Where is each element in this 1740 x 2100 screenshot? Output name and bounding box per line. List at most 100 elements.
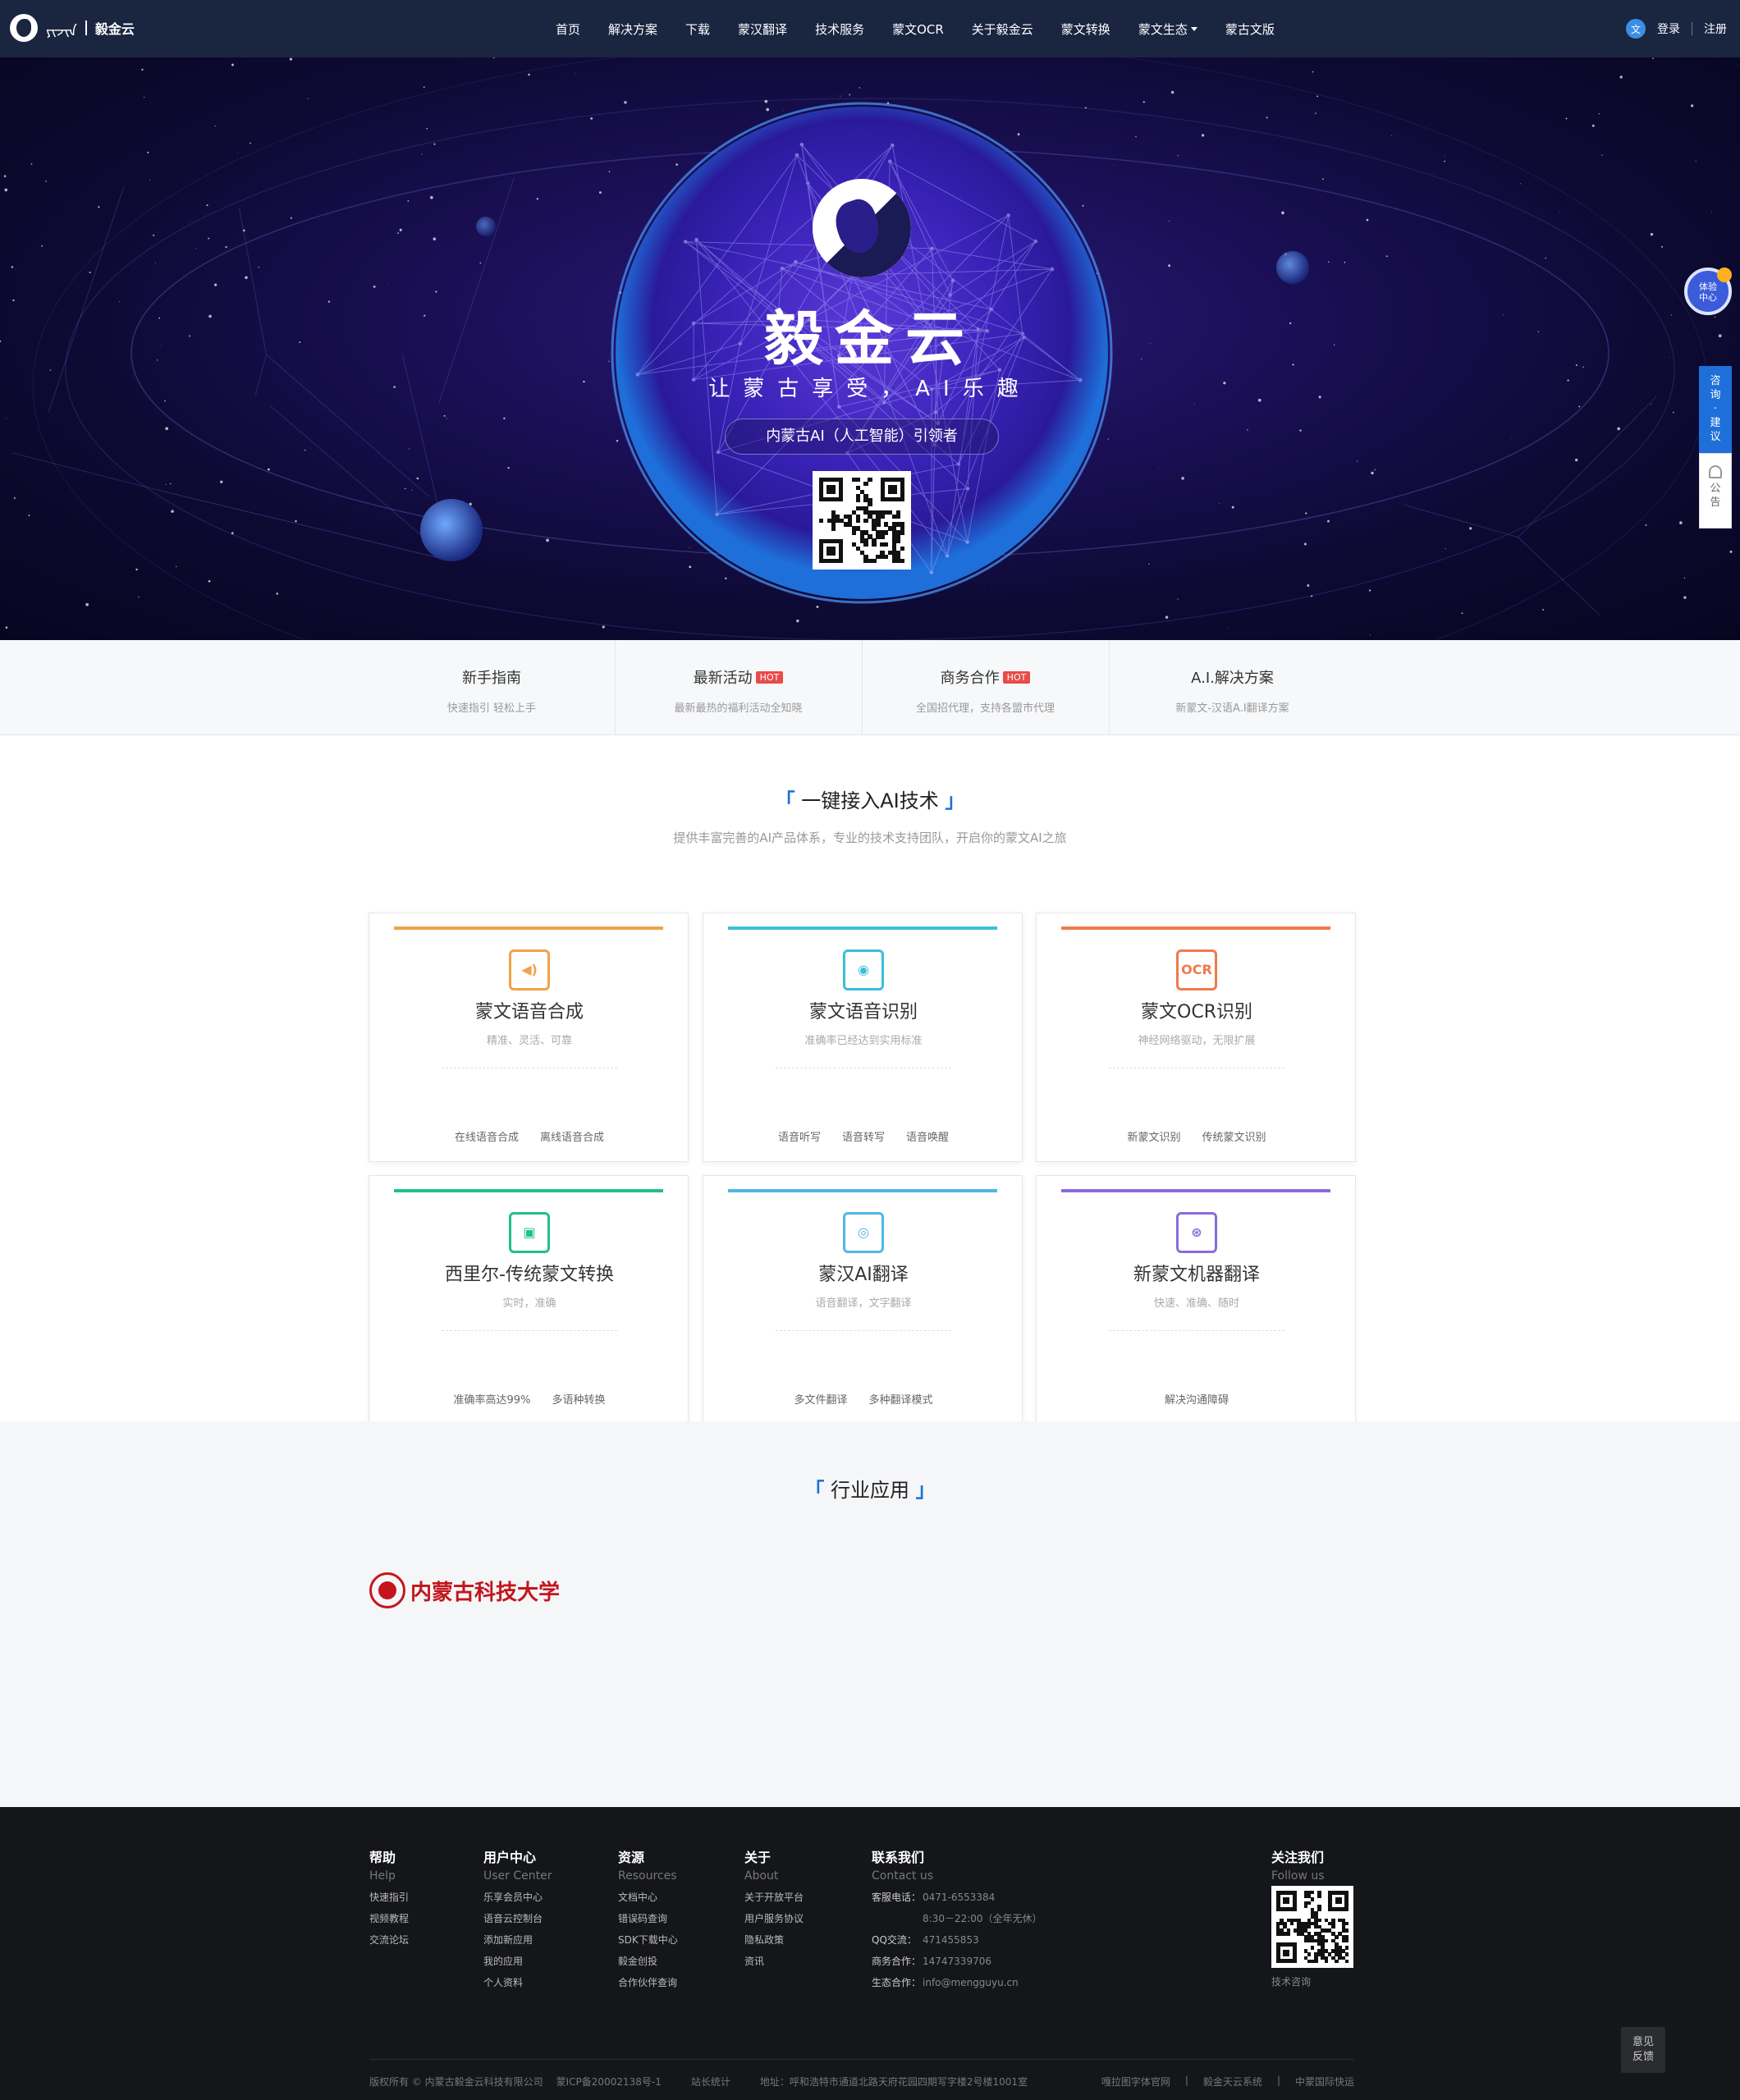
quick-tab-business[interactable]: 商务合作 HOT 全国招代理，支持各盟市代理 xyxy=(862,640,1108,735)
icon-glyph: ◉ xyxy=(858,962,869,977)
partner-logo-imust[interactable]: 内蒙古科技大学 xyxy=(369,1572,560,1608)
footer-link[interactable]: 乐享会员中心 xyxy=(483,1890,552,1904)
card-link[interactable]: 语音唤醒 xyxy=(906,1128,949,1144)
vertical-char: · xyxy=(1713,403,1718,415)
machine-translate-icon: ⊛ xyxy=(1176,1212,1217,1253)
main-nav: 首页 解决方案 下载 蒙汉翻译 技术服务 蒙文OCR 关于毅金云 蒙文转换 蒙文… xyxy=(542,0,1289,57)
experience-center-button[interactable]: 体验 中心 xyxy=(1684,268,1732,315)
friend-link[interactable]: 中蒙国际快运 xyxy=(1295,2075,1354,2089)
speaker-icon: ◀) xyxy=(509,949,550,991)
stats-link[interactable]: 站长统计 xyxy=(691,2075,730,2089)
quick-tab-title: 最新活动 xyxy=(693,670,753,687)
card-link[interactable]: 离线语音合成 xyxy=(540,1128,604,1144)
contact-row: 生态合作： info@mengguyu.cn xyxy=(872,1975,1042,1989)
login-link[interactable]: 登录 xyxy=(1657,21,1680,37)
nav-convert[interactable]: 蒙文转换 xyxy=(1061,21,1110,38)
hero-subtitle: 让蒙古享受，AI乐趣 xyxy=(708,377,1032,401)
user-avatar-icon[interactable]: 文 xyxy=(1626,19,1646,39)
footer-link[interactable]: 文档中心 xyxy=(618,1890,678,1904)
nav-label: 蒙文转换 xyxy=(1060,21,1110,37)
ai-section-desc: 提供丰富完善的AI产品体系，专业的技术支持团队，开启你的蒙文AI之旅 xyxy=(673,830,1067,845)
nav-translate[interactable]: 蒙汉翻译 xyxy=(738,21,787,38)
consult-suggest-button[interactable]: 咨询 · 建议 xyxy=(1699,366,1732,453)
footer-link[interactable]: 我的应用 xyxy=(483,1954,552,1968)
nav-about[interactable]: 关于毅金云 xyxy=(972,21,1033,38)
quick-tab-events[interactable]: 最新活动 HOT 最新最热的福利活动全知晓 xyxy=(615,640,861,735)
footer-link[interactable]: 合作伙伴查询 xyxy=(618,1975,678,1989)
footer-col-heading: 用户中心 xyxy=(483,1850,537,1865)
product-card[interactable]: ▣ 西里尔-传统蒙文转换 实时，准确 准确率高达99% 多语种转换 xyxy=(369,1175,689,1425)
quick-tab-ai-solution[interactable]: A.I.解决方案 新蒙文-汉语A.I翻译方案 xyxy=(1109,640,1355,735)
card-link[interactable]: 准确率高达99% xyxy=(454,1391,531,1407)
nav-label: 蒙文OCR xyxy=(892,21,944,37)
contact-key: 商务合作： xyxy=(872,1956,922,1967)
footer-link[interactable]: 错误码查询 xyxy=(618,1911,678,1925)
card-accent-bar xyxy=(728,926,997,930)
vertical-char: 建 xyxy=(1710,417,1721,429)
footer-link[interactable]: 添加新应用 xyxy=(483,1933,552,1947)
nav-solutions[interactable]: 解决方案 xyxy=(608,21,657,38)
card-link[interactable]: 新蒙文识别 xyxy=(1127,1128,1180,1144)
footer-col: 用户中心 User Center 乐享会员中心 语音云控制台 添加新应用 我的应用 个人资… xyxy=(483,1846,552,1989)
card-link[interactable]: 多文件翻译 xyxy=(794,1391,847,1407)
footer-link[interactable]: 隐私政策 xyxy=(744,1933,804,1947)
contact-row: 客服电话： 0471-6553384 xyxy=(872,1890,1042,1904)
friend-link[interactable]: 嘎拉图字体官网 xyxy=(1101,2075,1170,2089)
footer-link[interactable]: 快速指引 xyxy=(369,1890,409,1904)
product-card[interactable]: OCR 蒙文OCR识别 神经网络驱动，无限扩展 新蒙文识别 传统蒙文识别 xyxy=(1036,913,1356,1162)
footer-link[interactable]: 毅金创投 xyxy=(618,1954,678,1968)
footer-col-heading: 关注我们 xyxy=(1271,1850,1325,1865)
bracket-right: 」 xyxy=(915,1479,936,1502)
vertical-char: 询 xyxy=(1710,389,1721,401)
card-link[interactable]: 多语种转换 xyxy=(552,1391,605,1407)
nav-label: 首页 xyxy=(556,21,581,37)
card-link[interactable]: 在线语音合成 xyxy=(455,1128,519,1144)
nav-label: 蒙汉翻译 xyxy=(738,21,788,37)
nav-ecosystem-dropdown[interactable]: 蒙文生态 xyxy=(1138,21,1197,38)
footer-link[interactable]: 关于开放平台 xyxy=(744,1890,804,1904)
footer-col-heading-en: Help xyxy=(369,1869,396,1883)
university-seal-icon xyxy=(369,1572,405,1608)
footer-link[interactable]: 视频教程 xyxy=(369,1911,409,1925)
nav-mongolian-version[interactable]: 蒙古文版 xyxy=(1225,21,1275,38)
card-link[interactable]: 语音听写 xyxy=(778,1128,821,1144)
ai-section-title: 「 一键接入AI技术 」 xyxy=(0,785,1740,813)
product-card[interactable]: ◉ 蒙文语音识别 准确率已经达到实用标准 语音听写 语音转写 语音唤醒 xyxy=(703,913,1023,1162)
register-link[interactable]: 注册 xyxy=(1704,21,1727,37)
card-links: 多文件翻译 多种翻译模式 xyxy=(703,1391,1023,1407)
footer-link[interactable]: 个人资料 xyxy=(483,1975,552,1989)
product-card[interactable]: ◀) 蒙文语音合成 精准、灵活、可靠 在线语音合成 离线语音合成 xyxy=(369,913,689,1162)
nav-home[interactable]: 首页 xyxy=(556,21,580,38)
card-links: 语音听写 语音转写 语音唤醒 xyxy=(703,1128,1023,1144)
card-link[interactable]: 解决沟通障碍 xyxy=(1165,1391,1229,1407)
feedback-button[interactable]: 意见 反馈 xyxy=(1621,2027,1665,2073)
product-card[interactable]: ⊛ 新蒙文机器翻译 快速、准确、随时 解决沟通障碍 xyxy=(1036,1175,1356,1425)
quick-tab-guide[interactable]: 新手指南 快速指引 轻松上手 xyxy=(369,640,615,735)
icon-glyph: ◎ xyxy=(858,1224,869,1240)
nav-label: 蒙古文版 xyxy=(1225,21,1275,37)
friend-link[interactable]: 毅金天云系统 xyxy=(1203,2075,1262,2089)
product-card[interactable]: ◎ 蒙汉AI翻译 语音翻译，文字翻译 多文件翻译 多种翻译模式 xyxy=(703,1175,1023,1425)
site-logo[interactable]: ᠶᠢᠵᠢᠨ 毅金云 xyxy=(10,14,135,42)
footer-link[interactable]: SDK下载中心 xyxy=(618,1933,678,1947)
card-title: 西里尔-传统蒙文转换 xyxy=(445,1265,614,1285)
quick-tab-desc: 快速指引 轻松上手 xyxy=(446,702,537,715)
card-link[interactable]: 语音转写 xyxy=(842,1128,885,1144)
footer-link[interactable]: 资讯 xyxy=(744,1954,804,1968)
auth-area: 文 登录 注册 xyxy=(1626,0,1727,57)
footer-link[interactable]: 交流论坛 xyxy=(369,1933,409,1947)
footer-link[interactable]: 用户服务协议 xyxy=(744,1911,804,1925)
notice-button[interactable]: 公告 xyxy=(1699,453,1732,528)
nav-tech-service[interactable]: 技术服务 xyxy=(815,21,864,38)
icp-link[interactable]: 蒙ICP备20002138号-1 xyxy=(556,2075,662,2089)
nav-ocr[interactable]: 蒙文OCR xyxy=(892,21,944,38)
card-link[interactable]: 多种翻译模式 xyxy=(869,1391,933,1407)
footer-link[interactable]: 语音云控制台 xyxy=(483,1911,552,1925)
microphone-icon: ◉ xyxy=(843,949,884,991)
notification-dot-icon xyxy=(1717,268,1732,282)
footer-divider xyxy=(369,2059,1354,2060)
card-link[interactable]: 传统蒙文识别 xyxy=(1202,1128,1266,1144)
nav-download[interactable]: 下载 xyxy=(685,21,710,38)
hero-tagline-pill: 内蒙古AI（人工智能）引领者 xyxy=(725,419,999,455)
top-navbar: ᠶᠢᠵᠢᠨ 毅金云 首页 解决方案 下载 蒙汉翻译 技术服务 蒙文OCR 关于毅… xyxy=(0,0,1740,57)
